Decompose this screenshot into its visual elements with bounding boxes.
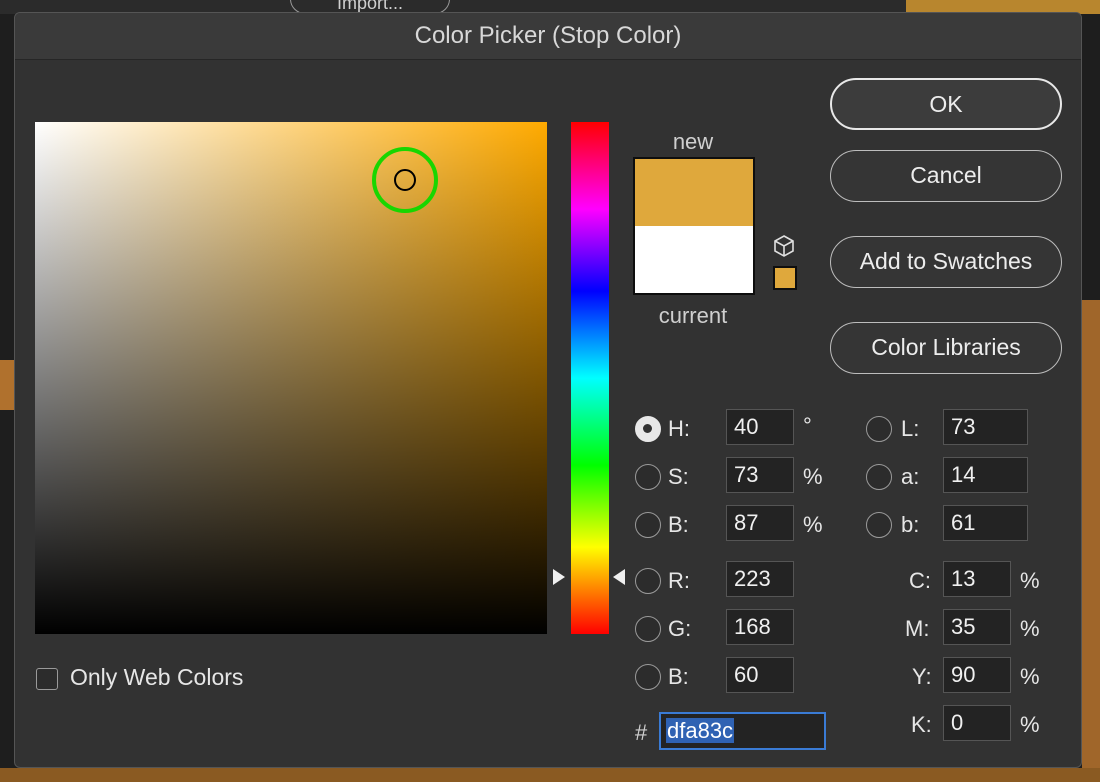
- hue-slider-handle-right[interactable]: [613, 569, 625, 585]
- color-preview: [633, 157, 755, 295]
- lab-b-label: b:: [901, 512, 920, 537]
- hue-field[interactable]: 40: [726, 409, 794, 445]
- hue-slider-handle-left[interactable]: [553, 569, 565, 585]
- websafe-swatch-icon[interactable]: [773, 266, 797, 290]
- lab-a-label: a:: [901, 464, 920, 489]
- radio-hue[interactable]: [635, 416, 661, 442]
- cancel-button[interactable]: Cancel: [830, 150, 1062, 202]
- current-color-label: current: [658, 303, 728, 328]
- only-web-colors-label[interactable]: Only Web Colors: [70, 664, 243, 691]
- add-to-swatches-button[interactable]: Add to Swatches: [830, 236, 1062, 288]
- background-canvas-right: [1082, 300, 1100, 782]
- new-color-swatch: [635, 159, 753, 226]
- hue-label: H:: [668, 416, 690, 441]
- only-web-colors-checkbox[interactable]: [36, 668, 58, 690]
- radio-saturation[interactable]: [635, 464, 661, 490]
- dialog-title: Color Picker (Stop Color): [15, 13, 1081, 60]
- lab-a-field[interactable]: 14: [943, 457, 1028, 493]
- saturation-label: S:: [668, 464, 689, 489]
- red-label: R:: [668, 568, 690, 593]
- black-unit: %: [1020, 712, 1040, 737]
- ok-button[interactable]: OK: [830, 78, 1062, 130]
- hex-label: #: [635, 720, 648, 745]
- hex-value: dfa83c: [666, 718, 735, 743]
- brightness-field[interactable]: 87: [726, 505, 794, 541]
- background-canvas-left: [0, 360, 14, 410]
- yellow-unit: %: [1020, 664, 1040, 689]
- radio-red[interactable]: [635, 568, 661, 594]
- radio-lab-a[interactable]: [866, 464, 892, 490]
- color-picker-dialog: Color Picker (Stop Color) new current OK…: [14, 12, 1082, 768]
- green-field[interactable]: 168: [726, 609, 794, 645]
- radio-blue[interactable]: [635, 664, 661, 690]
- magenta-unit: %: [1020, 616, 1040, 641]
- blue-label: B:: [668, 664, 689, 689]
- saturation-unit: %: [803, 464, 823, 489]
- color-field-marker-dot: [394, 169, 416, 191]
- color-field-marker[interactable]: [372, 147, 438, 213]
- radio-lab-l[interactable]: [866, 416, 892, 442]
- lab-l-field[interactable]: 73: [943, 409, 1028, 445]
- color-libraries-button[interactable]: Color Libraries: [830, 322, 1062, 374]
- yellow-label: Y:: [912, 664, 932, 689]
- cyan-field[interactable]: 13: [943, 561, 1011, 597]
- cube-icon[interactable]: [772, 234, 796, 258]
- brightness-label: B:: [668, 512, 689, 537]
- red-field[interactable]: 223: [726, 561, 794, 597]
- magenta-label: M:: [905, 616, 930, 641]
- hue-unit: °: [803, 413, 812, 438]
- lab-l-label: L:: [901, 416, 920, 441]
- magenta-field[interactable]: 35: [943, 609, 1011, 645]
- background-canvas-bottom: [0, 768, 1100, 782]
- new-color-label: new: [672, 129, 714, 154]
- saturation-field[interactable]: 73: [726, 457, 794, 493]
- radio-brightness[interactable]: [635, 512, 661, 538]
- saturation-brightness-field[interactable]: [35, 122, 547, 634]
- hex-field[interactable]: dfa83c: [659, 712, 826, 750]
- current-color-swatch[interactable]: [635, 226, 753, 293]
- green-label: G:: [668, 616, 692, 641]
- cyan-unit: %: [1020, 568, 1040, 593]
- cyan-label: C:: [909, 568, 931, 593]
- brightness-unit: %: [803, 512, 823, 537]
- black-field[interactable]: 0: [943, 705, 1011, 741]
- lab-b-field[interactable]: 61: [943, 505, 1028, 541]
- radio-green[interactable]: [635, 616, 661, 642]
- blue-field[interactable]: 60: [726, 657, 794, 693]
- radio-lab-b[interactable]: [866, 512, 892, 538]
- hue-slider[interactable]: [571, 122, 609, 634]
- black-label: K:: [911, 712, 932, 737]
- yellow-field[interactable]: 90: [943, 657, 1011, 693]
